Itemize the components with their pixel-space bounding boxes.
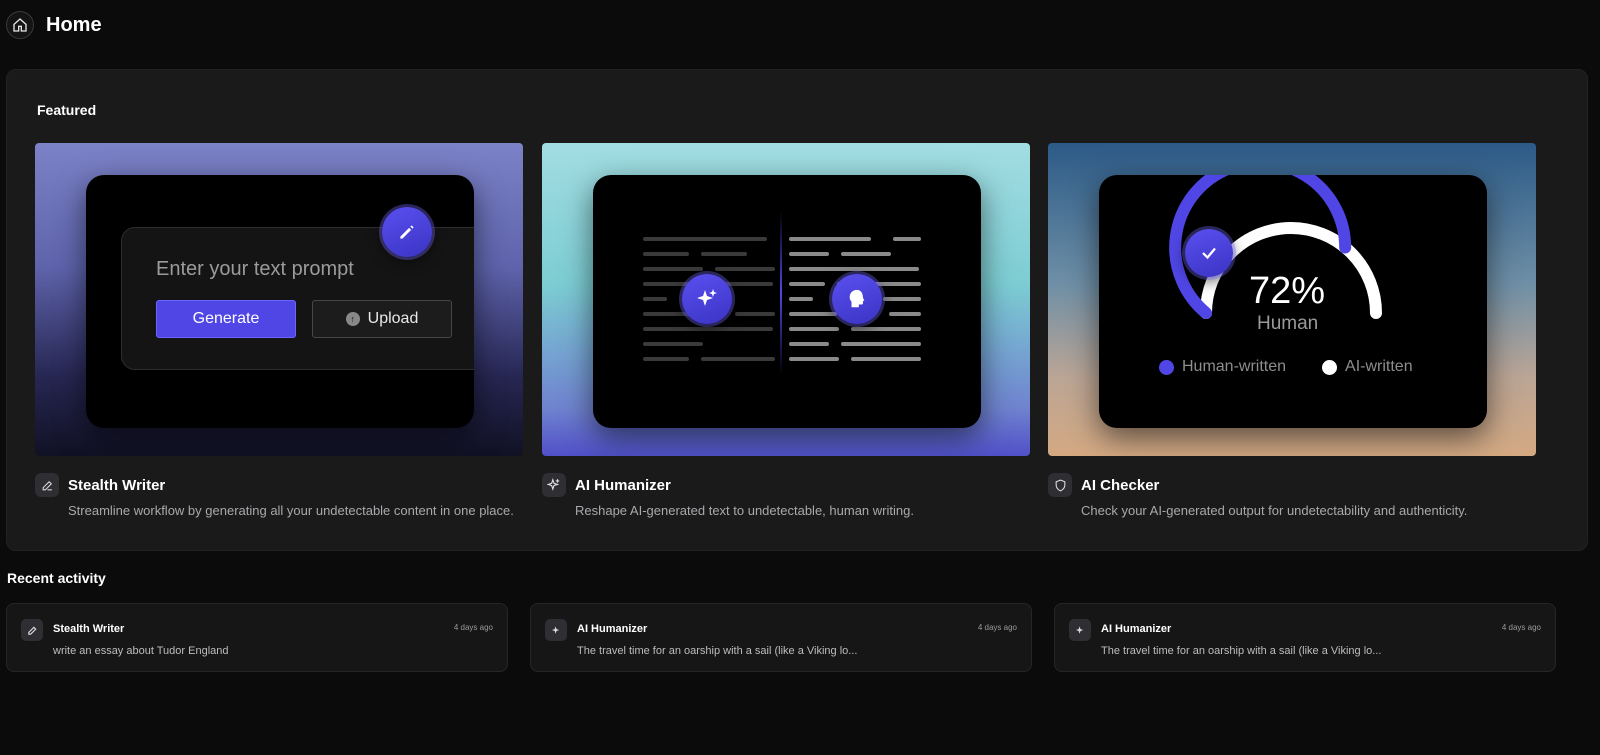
activity-tool: AI Humanizer (1101, 623, 1172, 635)
recent-activity-title: Recent activity (7, 570, 106, 586)
upload-icon: ↑ (345, 312, 360, 326)
score-label: Human (1257, 313, 1319, 334)
pencil-icon (21, 619, 43, 641)
card-description: Streamline workflow by generating all yo… (68, 503, 514, 518)
generate-button: Generate (156, 300, 296, 338)
sparkles-icon (682, 274, 732, 324)
activity-time: 4 days ago (1501, 623, 1541, 632)
sparkles-icon (545, 619, 567, 641)
shield-icon (1048, 473, 1072, 497)
sparkles-icon (1069, 619, 1091, 641)
score-value: 72% (1249, 270, 1326, 312)
recent-activity-item[interactable]: Stealth Writer 4 days ago write an essay… (6, 603, 508, 672)
card-description: Reshape AI-generated text to undetectabl… (575, 503, 914, 518)
upload-button: ↑ Upload (312, 300, 452, 338)
card-description: Check your AI-generated output for undet… (1081, 503, 1468, 518)
card-title[interactable]: AI Humanizer (575, 477, 671, 494)
activity-time: 4 days ago (977, 623, 1017, 632)
activity-text: The travel time for an oarship with a sa… (1101, 645, 1382, 657)
activity-text: write an essay about Tudor England (53, 645, 229, 657)
card-ai-checker[interactable]: 72% Human Human-written AI-written AI Ch… (1048, 143, 1536, 518)
page-title: Home (46, 13, 102, 36)
card-title[interactable]: Stealth Writer (68, 477, 165, 494)
sparkles-icon (542, 473, 566, 497)
activity-tool: Stealth Writer (53, 623, 125, 635)
home-icon[interactable] (6, 11, 34, 39)
upload-label: Upload (367, 310, 419, 327)
card-stealth-writer[interactable]: Enter your text prompt Generate ↑ Upload… (35, 143, 523, 518)
check-icon (1185, 229, 1233, 277)
stealth-writer-illustration[interactable]: Enter your text prompt Generate ↑ Upload (35, 143, 523, 456)
split-divider (780, 210, 782, 375)
featured-panel: Featured Enter your text prompt Generate… (6, 69, 1588, 551)
activity-time: 4 days ago (453, 623, 493, 632)
recent-activity-item[interactable]: AI Humanizer 4 days ago The travel time … (530, 603, 1032, 672)
human-head-icon (832, 274, 882, 324)
legend-human: Human-written (1159, 358, 1286, 376)
card-ai-humanizer[interactable]: AI Humanizer Reshape AI-generated text t… (542, 143, 1030, 518)
recent-activity-item[interactable]: AI Humanizer 4 days ago The travel time … (1054, 603, 1556, 672)
pencil-icon (382, 207, 432, 257)
top-bar: Home (6, 10, 102, 40)
pencil-icon (35, 473, 59, 497)
ai-humanizer-illustration[interactable] (542, 143, 1030, 456)
legend-ai: AI-written (1322, 358, 1413, 376)
featured-title: Featured (37, 102, 97, 118)
illustration-screen: 72% Human Human-written AI-written (1099, 175, 1487, 428)
legend: Human-written AI-written (1159, 358, 1413, 376)
activity-tool: AI Humanizer (577, 623, 648, 635)
activity-text: The travel time for an oarship with a sa… (577, 645, 858, 657)
ai-checker-illustration[interactable]: 72% Human Human-written AI-written (1048, 143, 1536, 456)
prompt-placeholder: Enter your text prompt (156, 258, 354, 280)
illustration-screen (593, 175, 981, 428)
card-title[interactable]: AI Checker (1081, 477, 1159, 494)
